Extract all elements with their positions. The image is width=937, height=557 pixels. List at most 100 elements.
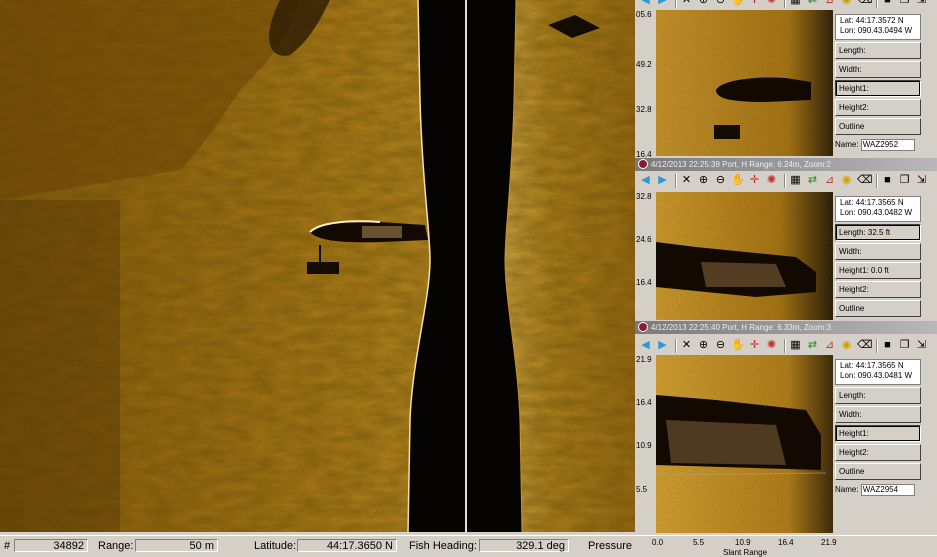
- toolbar-separator: [784, 0, 786, 8]
- crosshair-icon[interactable]: ✛: [748, 339, 761, 352]
- arrow-left-icon[interactable]: ◀: [639, 0, 652, 7]
- toolbar-separator: [876, 174, 878, 188]
- outline-button[interactable]: Outline: [835, 300, 921, 317]
- x-tick: 5.5: [693, 538, 705, 547]
- latitude-text: Lat: 44:17.3565 N: [840, 361, 904, 370]
- chart-icon[interactable]: ⊿: [823, 0, 836, 7]
- arrow-left-icon[interactable]: ◀: [639, 174, 652, 187]
- chart-icon[interactable]: ⊿: [823, 339, 836, 352]
- palette-icon[interactable]: ◉: [840, 174, 853, 187]
- export-icon[interactable]: ⇲: [915, 339, 928, 352]
- zoom-image-3[interactable]: [656, 355, 833, 533]
- zoom-image-2[interactable]: [656, 192, 833, 320]
- hand-icon[interactable]: ✋: [731, 0, 745, 7]
- palette-icon[interactable]: ◉: [840, 0, 853, 7]
- grid-icon[interactable]: ▦: [789, 174, 802, 187]
- zoom-out-icon[interactable]: ⊖: [714, 174, 727, 187]
- save-icon[interactable]: ■: [881, 339, 894, 352]
- y-tick: 16.4: [636, 278, 652, 287]
- close-icon[interactable]: ✕: [680, 339, 693, 352]
- width-button[interactable]: Width:: [835, 61, 921, 78]
- toolbar-separator: [675, 0, 677, 8]
- outline-button[interactable]: Outline: [835, 118, 921, 135]
- copy-icon[interactable]: ❐: [898, 174, 911, 187]
- zoom-window-2-titlebar[interactable]: 4/12/2013 22:25:39 Port, H Range: 6.24m,…: [635, 158, 937, 171]
- zoom-in-icon[interactable]: ⊕: [697, 174, 710, 187]
- window-icon: [638, 322, 648, 332]
- zoom-window-1: ◀ ▶ ✕ ⊕ ⊖ ✋ ✛ ✺ ▦ ⇄ ⊿ ◉ ⌫ ■ ❐ ⇲ 05.6 49.2 32.8 16.4 Lat…: [635, 0, 937, 159]
- x-tick: 0.0: [652, 538, 664, 547]
- hand-icon[interactable]: ✋: [731, 174, 745, 187]
- measure-panel-2: Lat: 44:17.3565 N Lon: 090.43.0482 W Len…: [835, 196, 921, 317]
- copy-icon[interactable]: ❐: [898, 339, 911, 352]
- range-value: 50 m: [135, 539, 218, 552]
- close-icon[interactable]: ✕: [680, 0, 693, 7]
- swap-icon[interactable]: ⇄: [806, 339, 819, 352]
- toolbar-separator: [784, 174, 786, 188]
- latitude-label: Latitude:: [254, 540, 297, 552]
- width-button[interactable]: Width:: [835, 406, 921, 423]
- save-icon[interactable]: ■: [881, 174, 894, 187]
- length-button[interactable]: Length:: [835, 42, 921, 59]
- copy-icon[interactable]: ❐: [898, 0, 911, 7]
- measure-panel-1: Lat: 44:17.3572 N Lon: 090.43.0494 W Len…: [835, 14, 921, 152]
- export-icon[interactable]: ⇲: [915, 0, 928, 7]
- length-button[interactable]: Length:: [835, 387, 921, 404]
- eraser-icon[interactable]: ⌫: [857, 339, 873, 352]
- close-icon[interactable]: ✕: [680, 174, 693, 187]
- zoom-image-1[interactable]: [656, 10, 833, 156]
- name-label: Name:: [835, 140, 859, 149]
- height2-button[interactable]: Height2:: [835, 99, 921, 116]
- name-input[interactable]: [860, 483, 915, 496]
- coordinates-box: Lat: 44:17.3565 N Lon: 090.43.0482 W: [835, 196, 921, 222]
- zoom-in-icon[interactable]: ⊕: [697, 0, 710, 7]
- name-row: Name:: [835, 138, 921, 152]
- zoom-window-3-titlebar[interactable]: 4/12/2013 22:25:40 Port, H Range: 6.33m,…: [635, 321, 937, 334]
- swap-icon[interactable]: ⇄: [806, 174, 819, 187]
- save-icon[interactable]: ■: [881, 0, 894, 7]
- height2-button[interactable]: Height2:: [835, 444, 921, 461]
- eraser-icon[interactable]: ⌫: [857, 174, 873, 187]
- x-tick: 10.9: [735, 538, 751, 547]
- target-icon[interactable]: ✺: [765, 0, 778, 7]
- y-tick: 21.9: [636, 355, 652, 364]
- height2-button[interactable]: Height2:: [835, 281, 921, 298]
- outline-button[interactable]: Outline: [835, 463, 921, 480]
- hand-icon[interactable]: ✋: [731, 339, 745, 352]
- arrow-right-icon[interactable]: ▶: [656, 174, 669, 187]
- toolbar-separator: [675, 174, 677, 188]
- y-tick: 32.8: [636, 192, 652, 201]
- grid-icon[interactable]: ▦: [789, 0, 802, 7]
- crosshair-icon[interactable]: ✛: [748, 174, 761, 187]
- zoom-out-icon[interactable]: ⊖: [714, 0, 727, 7]
- crosshair-icon[interactable]: ✛: [748, 0, 761, 7]
- target-icon[interactable]: ✺: [765, 339, 778, 352]
- export-icon[interactable]: ⇲: [915, 174, 928, 187]
- name-row: Name:: [835, 483, 921, 497]
- hash-label: #: [4, 540, 11, 552]
- height1-button[interactable]: Height1:: [835, 80, 921, 97]
- chart-icon[interactable]: ⊿: [823, 174, 836, 187]
- arrow-right-icon[interactable]: ▶: [656, 0, 669, 7]
- name-input[interactable]: [860, 138, 915, 151]
- target-icon[interactable]: ✺: [765, 174, 778, 187]
- grid-icon[interactable]: ▦: [789, 339, 802, 352]
- height1-button[interactable]: Height1:: [835, 425, 921, 442]
- palette-icon[interactable]: ◉: [840, 339, 853, 352]
- target-zoom-panel: ◀ ▶ ✕ ⊕ ⊖ ✋ ✛ ✺ ▦ ⇄ ⊿ ◉ ⌫ ■ ❐ ⇲ 05.6 49.2 32.8 16.4 Lat…: [635, 0, 937, 557]
- y-tick: 10.9: [636, 441, 652, 450]
- arrow-left-icon[interactable]: ◀: [639, 339, 652, 352]
- length-button[interactable]: Length: 32.5 ft: [835, 224, 921, 241]
- height1-button[interactable]: Height1: 0.0 ft: [835, 262, 921, 279]
- zoom-in-icon[interactable]: ⊕: [697, 339, 710, 352]
- arrow-right-icon[interactable]: ▶: [656, 339, 669, 352]
- width-button[interactable]: Width:: [835, 243, 921, 260]
- toolbar-separator: [784, 339, 786, 353]
- measure-panel-3: Lat: 44:17.3565 N Lon: 090.43.0481 W Len…: [835, 359, 921, 497]
- swap-icon[interactable]: ⇄: [806, 0, 819, 7]
- longitude-text: Lon: 090.43.0481 W: [840, 371, 913, 380]
- zoom-out-icon[interactable]: ⊖: [714, 339, 727, 352]
- main-sonar-view[interactable]: [0, 0, 635, 532]
- sonar-image[interactable]: [0, 0, 635, 532]
- eraser-icon[interactable]: ⌫: [857, 0, 873, 7]
